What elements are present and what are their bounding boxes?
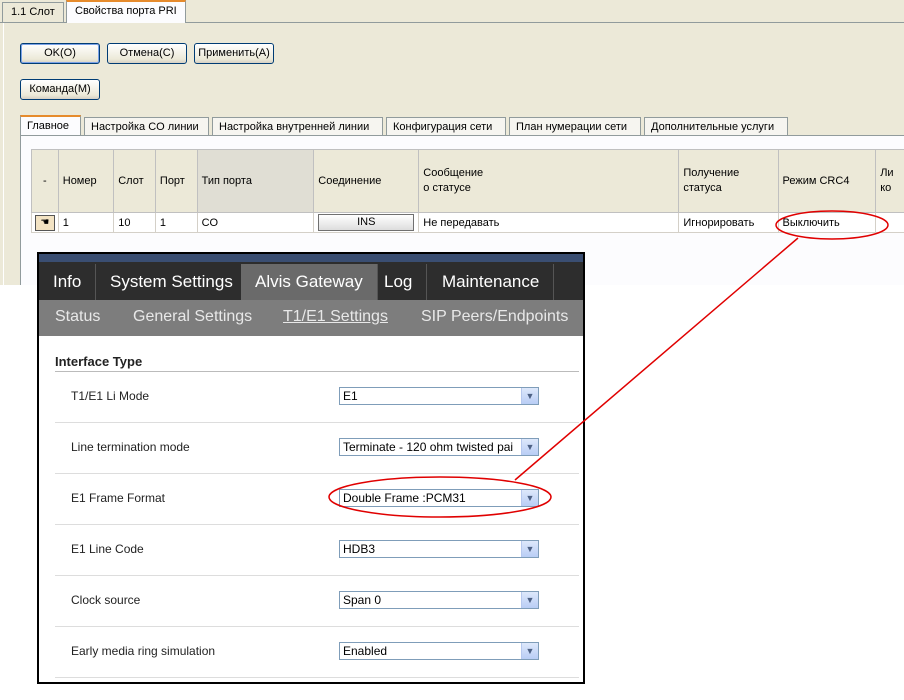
tab-internal-line-setup[interactable]: Настройка внутренней линии (212, 117, 383, 135)
window-tabbar: 1.1 Слот Свойства порта PRI (0, 0, 904, 23)
col-status-message[interactable]: Сообщение о статусе (418, 149, 680, 213)
cell-status-message[interactable]: Не передавать (418, 212, 680, 233)
tab-slot[interactable]: 1.1 Слот (2, 2, 64, 22)
setting-row-clock-source: Clock source Span 0 ▼ (55, 575, 579, 627)
select-value: HDB3 (343, 542, 376, 556)
tab-network-numbering-plan[interactable]: План нумерации сети (509, 117, 641, 135)
ok-button[interactable]: OK(O) (20, 43, 100, 64)
apply-button[interactable]: Применить(A) (194, 43, 274, 64)
chevron-down-icon[interactable]: ▼ (521, 592, 538, 608)
command-button[interactable]: Команда(M) (20, 79, 100, 100)
chevron-down-icon[interactable]: ▼ (521, 439, 538, 455)
tab-pri-port-properties[interactable]: Свойства порта PRI (66, 0, 186, 23)
tab-network-config[interactable]: Конфигурация сети (386, 117, 506, 135)
select-value: E1 (343, 389, 358, 403)
setting-row-li-mode: T1/E1 Li Mode E1 ▼ (55, 371, 579, 423)
col-port-type[interactable]: Тип порта (196, 149, 315, 213)
nav-stripe (39, 254, 583, 262)
cell-line-code[interactable] (875, 212, 904, 233)
hand-pointer-icon: ☚ (34, 214, 55, 231)
setting-label: Line termination mode (71, 440, 190, 454)
pbx-port-properties-window: 1.1 Слот Свойства порта PRI OK(O) Отмена… (0, 0, 904, 285)
col-status-receive[interactable]: Получение статуса (678, 149, 779, 213)
select-value: Enabled (343, 644, 388, 658)
setting-row-line-code: E1 Line Code HDB3 ▼ (55, 524, 579, 576)
tab-additional-services[interactable]: Дополнительные услуги (644, 117, 788, 135)
chevron-down-icon[interactable]: ▼ (521, 490, 538, 506)
setting-row-early-media: Early media ring simulation Enabled ▼ (55, 626, 579, 678)
col-line-code[interactable]: Ли ко (875, 149, 904, 213)
tab-alvis-gateway[interactable]: Alvis Gateway (241, 264, 378, 300)
section-title: Interface Type (55, 354, 579, 372)
port-grid: - Номер Слот Порт Тип порта Соединение С… (31, 149, 904, 233)
setting-row-line-termination: Line termination mode Terminate - 120 oh… (55, 422, 579, 474)
select-value: Terminate - 120 ohm twisted pai (343, 440, 514, 454)
setting-label: T1/E1 Li Mode (71, 389, 150, 403)
cell-number[interactable]: 1 (57, 212, 115, 233)
cell-port[interactable]: 1 (154, 212, 198, 233)
subtab-t1e1-settings[interactable]: T1/E1 Settings (283, 300, 388, 336)
select-value: Span 0 (343, 593, 382, 607)
select-value: Double Frame :PCM31 (343, 491, 466, 505)
subtab-sip-peers[interactable]: SIP Peers/Endpoints (421, 300, 568, 336)
tab-co-line-setup[interactable]: Настройка CO линии (84, 117, 209, 135)
setting-label: Early media ring simulation (71, 644, 216, 658)
frame-format-select[interactable]: Double Frame :PCM31 ▼ (339, 489, 539, 507)
tab-info[interactable]: Info (39, 264, 97, 300)
setting-label: E1 Frame Format (71, 491, 166, 505)
tab-log[interactable]: Log (370, 264, 428, 300)
li-mode-select[interactable]: E1 ▼ (339, 387, 539, 405)
tab-system-settings[interactable]: System Settings (96, 264, 248, 300)
col-connection[interactable]: Соединение (313, 149, 420, 213)
setting-label: Clock source (71, 593, 141, 607)
setting-row-frame-format: E1 Frame Format Double Frame :PCM31 ▼ (55, 473, 579, 525)
tab-maintenance[interactable]: Maintenance (428, 264, 555, 300)
line-termination-select[interactable]: Terminate - 120 ohm twisted pai ▼ (339, 438, 539, 456)
early-media-select[interactable]: Enabled ▼ (339, 642, 539, 660)
cell-crc4-mode[interactable]: Выключить (777, 212, 877, 233)
cancel-button[interactable]: Отмена(C) (107, 43, 187, 64)
cell-status-receive[interactable]: Игнорировать (678, 212, 779, 233)
tab-main[interactable]: Главное (20, 115, 81, 136)
connection-ins-button[interactable]: INS (318, 214, 415, 231)
cell-port-type[interactable]: CO (196, 212, 315, 233)
subtab-general-settings[interactable]: General Settings (133, 300, 252, 336)
col-slot[interactable]: Слот (113, 149, 156, 213)
alvis-gateway-panel: Info System Settings Alvis Gateway Log M… (37, 252, 585, 684)
col-port[interactable]: Порт (154, 149, 198, 213)
col-number[interactable]: Номер (57, 149, 115, 213)
row-marker-cell[interactable]: ☚ (31, 212, 59, 233)
cell-connection[interactable]: INS (313, 212, 420, 233)
subtab-status[interactable]: Status (55, 300, 100, 336)
chevron-down-icon[interactable]: ▼ (521, 643, 538, 659)
gateway-sub-nav: Status General Settings T1/E1 Settings S… (39, 300, 583, 336)
col-crc4-mode[interactable]: Режим CRC4 (777, 149, 877, 213)
line-code-select[interactable]: HDB3 ▼ (339, 540, 539, 558)
cell-slot[interactable]: 10 (113, 212, 156, 233)
chevron-down-icon[interactable]: ▼ (521, 388, 538, 404)
table-row[interactable]: ☚ 1 10 1 CO INS Не передавать Игнорирова… (31, 212, 904, 233)
chevron-down-icon[interactable]: ▼ (521, 541, 538, 557)
col-select[interactable]: - (31, 149, 59, 213)
grid-header-row: - Номер Слот Порт Тип порта Соединение С… (31, 149, 904, 213)
setting-label: E1 Line Code (71, 542, 144, 556)
gateway-main-nav: Info System Settings Alvis Gateway Log M… (39, 254, 583, 300)
clock-source-select[interactable]: Span 0 ▼ (339, 591, 539, 609)
